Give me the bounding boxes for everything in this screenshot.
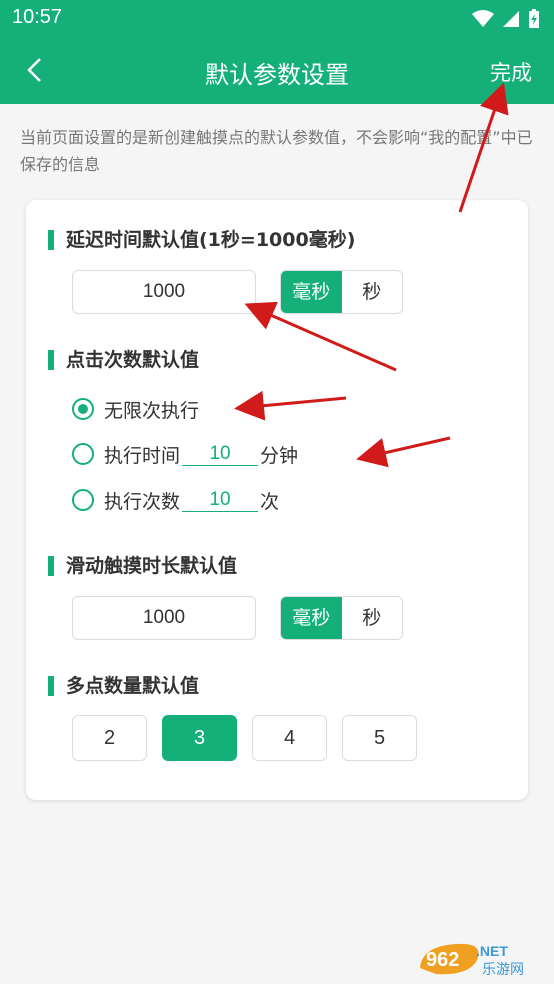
app-bar: 默认参数设置 完成 bbox=[0, 38, 554, 104]
multi-section-title: 多点数量默认值 bbox=[48, 674, 199, 698]
delay-section-title: 延迟时间默认值(1秒=1000毫秒) bbox=[48, 228, 355, 252]
settings-card: 延迟时间默认值(1秒=1000毫秒) 1000 毫秒 秒 点击次数默认值 无限次… bbox=[26, 200, 528, 800]
radio-count-unit: 次 bbox=[260, 490, 280, 513]
watermark-site: 乐游网 bbox=[482, 962, 524, 978]
multi-option-3[interactable]: 3 bbox=[162, 715, 237, 761]
watermark-net: .NET bbox=[476, 943, 508, 959]
radio-count-label: 执行次数 bbox=[104, 490, 181, 513]
radio-duration-label: 执行时间 bbox=[104, 444, 181, 467]
swipe-section-title: 滑动触摸时长默认值 bbox=[48, 554, 237, 578]
radio-duration-circle[interactable] bbox=[72, 443, 94, 465]
swipe-unit-toggle: 毫秒 秒 bbox=[280, 596, 403, 640]
delay-unit-s[interactable]: 秒 bbox=[342, 271, 403, 313]
radio-count-circle[interactable] bbox=[72, 489, 94, 511]
clicks-section-title: 点击次数默认值 bbox=[48, 348, 199, 372]
radio-unlimited-label: 无限次执行 bbox=[104, 399, 200, 422]
signal-icon bbox=[503, 11, 519, 27]
radio-unlimited-circle[interactable] bbox=[72, 398, 94, 420]
status-time: 10:57 bbox=[12, 6, 63, 28]
done-button[interactable]: 完成 bbox=[490, 57, 532, 87]
multi-option-2[interactable]: 2 bbox=[72, 715, 147, 761]
swipe-input[interactable]: 1000 bbox=[72, 596, 256, 640]
radio-duration-unit: 分钟 bbox=[260, 444, 299, 467]
swipe-unit-ms[interactable]: 毫秒 bbox=[281, 597, 342, 639]
count-input[interactable]: 10 bbox=[182, 489, 259, 512]
radio-count[interactable]: 执行次数 10 次 bbox=[72, 486, 279, 514]
multi-option-5[interactable]: 5 bbox=[342, 715, 417, 761]
status-icons bbox=[472, 9, 540, 29]
delay-unit-ms[interactable]: 毫秒 bbox=[281, 271, 342, 313]
radio-duration[interactable]: 执行时间 10 分钟 bbox=[72, 440, 298, 468]
watermark-number: 962 bbox=[426, 949, 459, 971]
multi-option-4[interactable]: 4 bbox=[252, 715, 327, 761]
battery-icon bbox=[529, 9, 539, 28]
wifi-icon bbox=[472, 10, 494, 27]
duration-input[interactable]: 10 bbox=[182, 443, 259, 466]
radio-unlimited[interactable]: 无限次执行 bbox=[72, 395, 199, 423]
hint-text: 当前页面设置的是新创建触摸点的默认参数值，不会影响“我的配置”中已保存的信息 bbox=[20, 128, 533, 174]
delay-unit-toggle: 毫秒 秒 bbox=[280, 270, 403, 314]
delay-input[interactable]: 1000 bbox=[72, 270, 256, 314]
watermark-logo: 962 .NET 乐游网 bbox=[420, 943, 524, 978]
swipe-unit-s[interactable]: 秒 bbox=[342, 597, 403, 639]
status-bar: 10:57 bbox=[0, 0, 554, 38]
page-title: 默认参数设置 bbox=[205, 61, 349, 89]
